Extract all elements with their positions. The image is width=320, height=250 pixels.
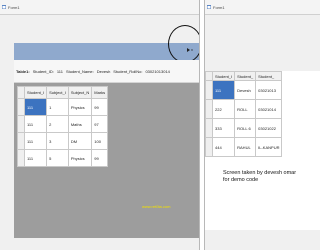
- student-id-label: Student_ID:: [32, 68, 54, 74]
- grid-cell[interactable]: 2: [46, 115, 69, 133]
- table-row[interactable]: 111 2 Maths 97: [17, 115, 109, 133]
- table-row[interactable]: 111 5 Physics 99: [17, 149, 109, 167]
- grid-cell[interactable]: DM: [67, 132, 93, 150]
- grid-cell[interactable]: 333: [211, 118, 236, 138]
- row-header-corner: [17, 86, 25, 99]
- grid-cell[interactable]: 222: [211, 99, 236, 119]
- grid-cell[interactable]: 99: [91, 98, 109, 116]
- table-row[interactable]: 444 RAHUL IL-KANPUR: [205, 137, 283, 157]
- row-header[interactable]: [205, 99, 213, 119]
- row-header-corner: [205, 71, 213, 81]
- highlight-circle: [168, 25, 199, 63]
- right-form-window: Form1 Student_I Student_ Student_ 111 De…: [204, 0, 320, 250]
- row-header[interactable]: [17, 132, 25, 150]
- grid-cell[interactable]: ROLL 6: [234, 118, 257, 138]
- window-title: Form1: [8, 4, 20, 10]
- grid-cell[interactable]: 444: [211, 137, 236, 157]
- grid-cell[interactable]: Physics: [67, 98, 93, 116]
- form-icon: [2, 5, 6, 9]
- screenshot-caption: Screen taken by devesh omar for demo cod…: [223, 170, 297, 183]
- row-header[interactable]: [205, 118, 213, 138]
- details-strip: Table1: Student_ID: 111 Student_Name: De…: [14, 60, 199, 83]
- students-data-grid[interactable]: Student_I Student_ Student_ 111 Devesh 0…: [205, 71, 283, 157]
- grid-cell[interactable]: 111: [211, 80, 236, 100]
- grid-cell[interactable]: 111: [23, 132, 48, 150]
- grid-cell[interactable]: 97: [91, 115, 109, 133]
- grid-cell[interactable]: IL-KANPUR: [255, 137, 283, 157]
- watermark: www.ret0ta.com: [142, 204, 171, 209]
- right-title-bar[interactable]: Form1: [205, 0, 320, 15]
- grid-cell[interactable]: 5: [46, 149, 69, 167]
- table-label: Table1:: [16, 68, 30, 74]
- grid-cell[interactable]: RAHUL: [234, 137, 257, 157]
- table-row[interactable]: 111 3 DM 100: [17, 132, 109, 150]
- column-header[interactable]: Student_I: [211, 71, 236, 81]
- column-header[interactable]: Subject_I: [46, 86, 69, 99]
- grid-cell[interactable]: 1: [46, 98, 69, 116]
- student-id-value[interactable]: 111: [57, 69, 63, 74]
- row-header[interactable]: [17, 98, 25, 116]
- form-icon: [207, 5, 211, 9]
- student-rollno-value[interactable]: 03021013014: [145, 69, 169, 74]
- student-name-label: Student_Name:: [65, 68, 94, 74]
- left-title-bar[interactable]: Form1: [0, 0, 199, 15]
- grid-cell[interactable]: Devesh: [234, 80, 257, 100]
- column-header[interactable]: Subject_N: [67, 86, 93, 99]
- row-header[interactable]: [17, 149, 25, 167]
- row-header[interactable]: [17, 115, 25, 133]
- row-header[interactable]: [205, 80, 213, 100]
- grid-cell[interactable]: 99: [91, 149, 109, 167]
- student-name-value[interactable]: Devesh: [97, 69, 111, 74]
- column-header[interactable]: Student_: [234, 71, 257, 81]
- column-header[interactable]: Marks: [91, 86, 109, 99]
- grid-cell[interactable]: 03021014: [255, 99, 283, 119]
- grid-cell[interactable]: 03021013: [255, 80, 283, 100]
- grid-cell[interactable]: 111: [23, 98, 48, 116]
- row-header[interactable]: [205, 137, 213, 157]
- grid-cell[interactable]: 111: [23, 115, 48, 133]
- left-form-window: Form1 x Table1: Student_ID: 111 Student_…: [0, 0, 200, 250]
- grid-cell[interactable]: Physics: [67, 149, 93, 167]
- table-row[interactable]: 222 ROLL 03021014: [205, 99, 283, 119]
- table-row[interactable]: 111 1 Physics 99: [17, 98, 109, 116]
- grid-cell[interactable]: 3: [46, 132, 69, 150]
- student-rollno-label: Student_RollNo:: [113, 68, 143, 74]
- column-header[interactable]: Student_: [255, 71, 283, 81]
- marks-data-grid[interactable]: Student_I Subject_I Subject_N Marks 111 …: [17, 86, 109, 167]
- column-header[interactable]: Student_I: [23, 86, 48, 99]
- window-title: Form1: [213, 4, 225, 10]
- table-row[interactable]: 333 ROLL 6 03021022: [205, 118, 283, 138]
- table-row[interactable]: 111 Devesh 03021013: [205, 80, 283, 100]
- grid-cell[interactable]: 100: [91, 132, 109, 150]
- grid-cell[interactable]: 03021022: [255, 118, 283, 138]
- grid-cell[interactable]: Maths: [67, 115, 93, 133]
- grid-cell[interactable]: ROLL: [234, 99, 257, 119]
- grid-cell[interactable]: 111: [23, 149, 48, 167]
